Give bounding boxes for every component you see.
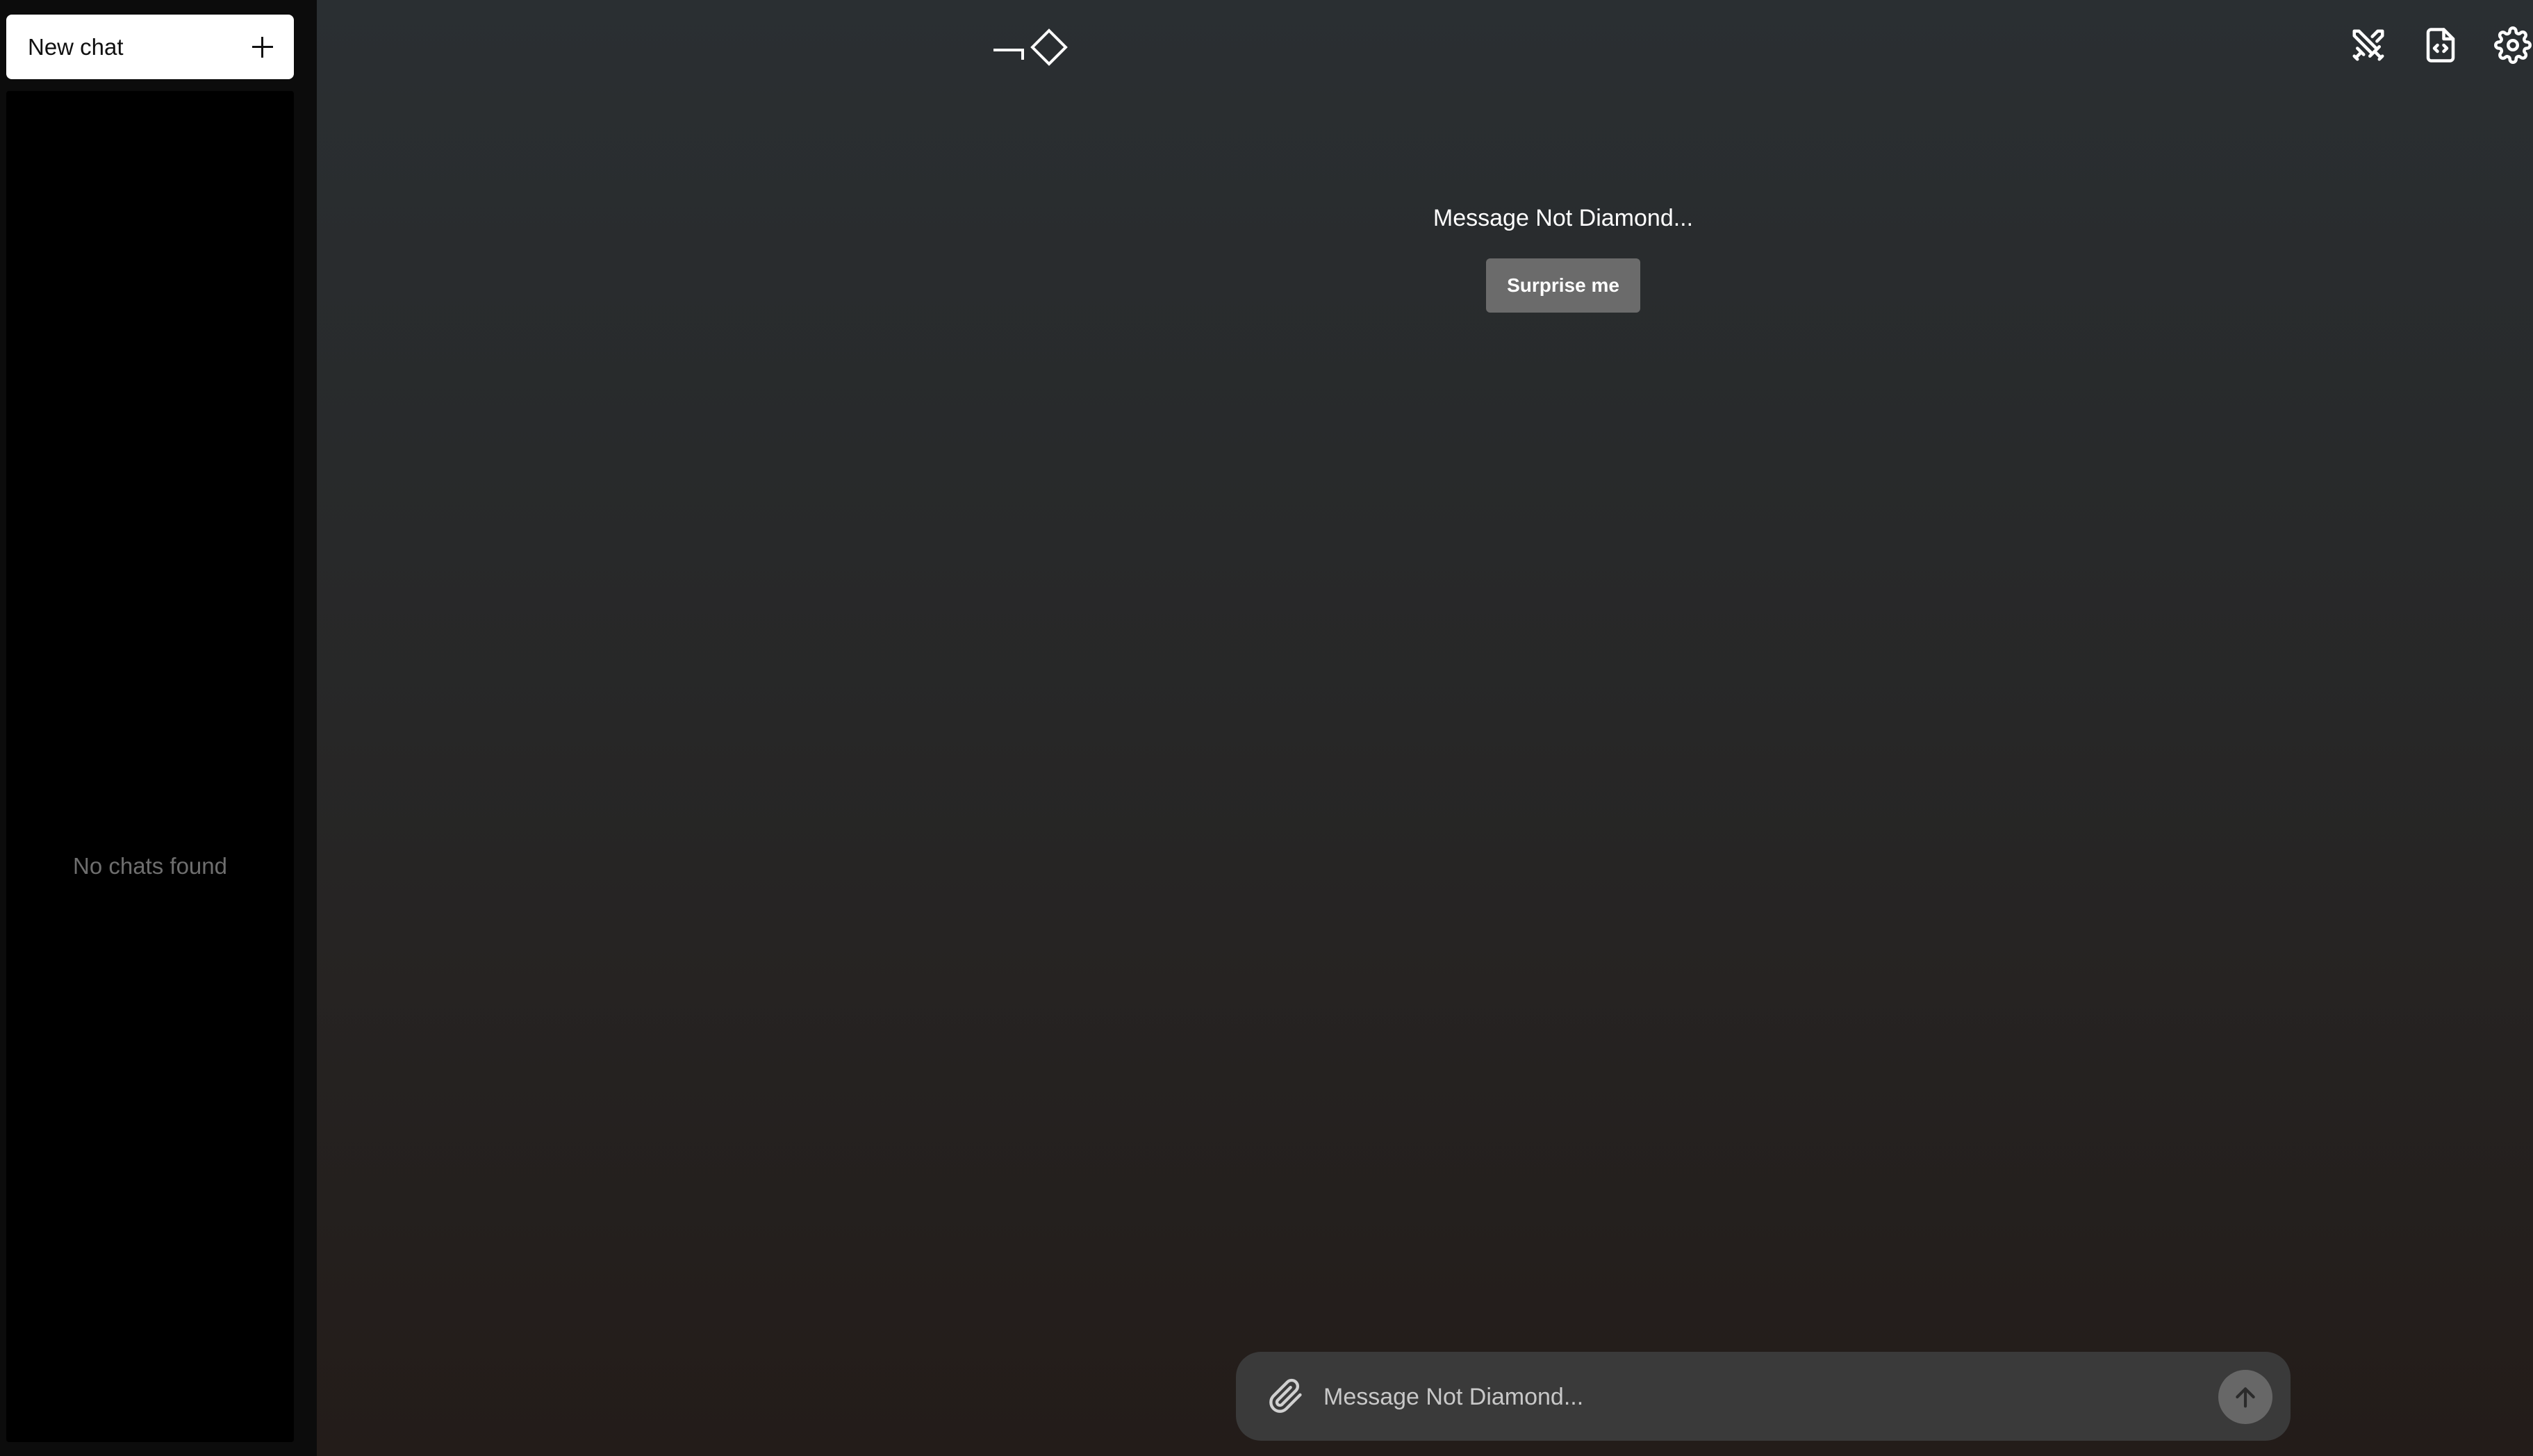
prompt-area: Message Not Diamond... Surprise me [1389, 203, 1737, 313]
empty-chats-text: No chats found [73, 853, 227, 879]
main-area: Message Not Diamond... Surprise me [317, 0, 2533, 1456]
not-diamond-logo [993, 28, 1068, 66]
new-chat-button[interactable]: New chat [6, 15, 294, 79]
paperclip-icon[interactable] [1268, 1378, 1304, 1414]
message-composer [1236, 1352, 2291, 1441]
plus-icon [252, 36, 273, 58]
sidebar: New chat No chats found [0, 0, 317, 1456]
swords-icon[interactable] [2348, 25, 2388, 65]
arrow-up-icon [2236, 1387, 2255, 1408]
chat-list: No chats found [6, 91, 294, 1442]
message-input[interactable] [1322, 1373, 2172, 1421]
gear-icon[interactable] [2493, 25, 2533, 65]
surprise-me-button[interactable]: Surprise me [1486, 258, 1640, 313]
prompt-title: Message Not Diamond... [1433, 205, 1694, 231]
code-file-icon[interactable] [2420, 25, 2461, 65]
top-toolbar [2348, 25, 2533, 65]
new-chat-label: New chat [28, 33, 124, 60]
send-button[interactable] [2218, 1370, 2272, 1424]
